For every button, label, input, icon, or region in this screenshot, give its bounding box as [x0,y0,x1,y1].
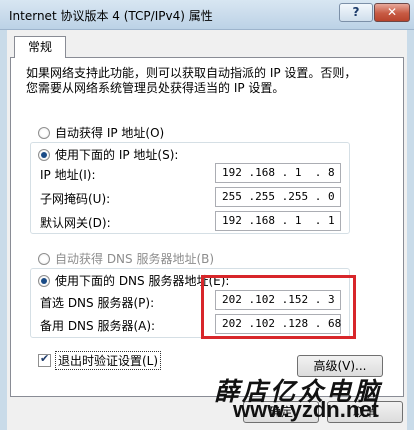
dns-auto-label: 自动获得 DNS 服务器地址(B) [55,252,215,266]
title-bar: Internet 协议版本 4 (TCP/IPv4) 属性 ? ✕ [0,0,414,30]
tab-general[interactable]: 常规 [14,36,66,58]
watermark-url: www.yzdn.net [233,397,379,422]
radio-checked-icon [38,148,50,161]
ip-manual-radio[interactable]: 使用下面的 IP 地址(S): [38,146,182,163]
validate-settings-label: 退出时验证设置(L) [55,351,162,370]
preferred-dns-label: 首选 DNS 服务器(P): [40,296,155,310]
dns-auto-radio[interactable]: 自动获得 DNS 服务器地址(B) [38,250,214,267]
alternate-dns-label: 备用 DNS 服务器(A): [40,319,156,333]
subnet-mask-field[interactable]: 255 .255 .255 . 0 [215,187,341,207]
default-gateway-label: 默认网关(D): [40,216,111,230]
close-button[interactable]: ✕ [374,3,410,22]
validate-settings-checkbox[interactable]: 退出时验证设置(L) [38,351,162,370]
ip-auto-label: 自动获得 IP 地址(O) [55,126,165,140]
ip-address-field[interactable]: 192 .168 . 1 . 8 [215,163,341,183]
window-title: Internet 协议版本 4 (TCP/IPv4) 属性 [9,9,213,23]
description-line-1: 如果网络支持此功能，则可以获取自动指派的 IP 设置。否则， [26,66,357,80]
dns-highlight-box [201,275,356,339]
ip-address-label: IP 地址(I): [40,168,96,182]
radio-checked-icon [38,274,50,287]
ip-manual-label: 使用下面的 IP 地址(S): [55,148,179,162]
default-gateway-field[interactable]: 192 .168 . 1 . 1 [215,211,341,231]
subnet-mask-label: 子网掩码(U): [40,192,111,206]
radio-unchecked-icon [38,126,50,139]
help-button[interactable]: ? [339,3,373,22]
checkbox-checked-icon [38,352,51,367]
ip-auto-radio[interactable]: 自动获得 IP 地址(O) [38,124,164,141]
radio-unchecked-icon [38,252,50,265]
description-text: 如果网络支持此功能，则可以获取自动指派的 IP 设置。否则， 您需要从网络系统管… [26,66,386,96]
description-line-2: 您需要从网络系统管理员处获得适当的 IP 设置。 [26,81,285,95]
